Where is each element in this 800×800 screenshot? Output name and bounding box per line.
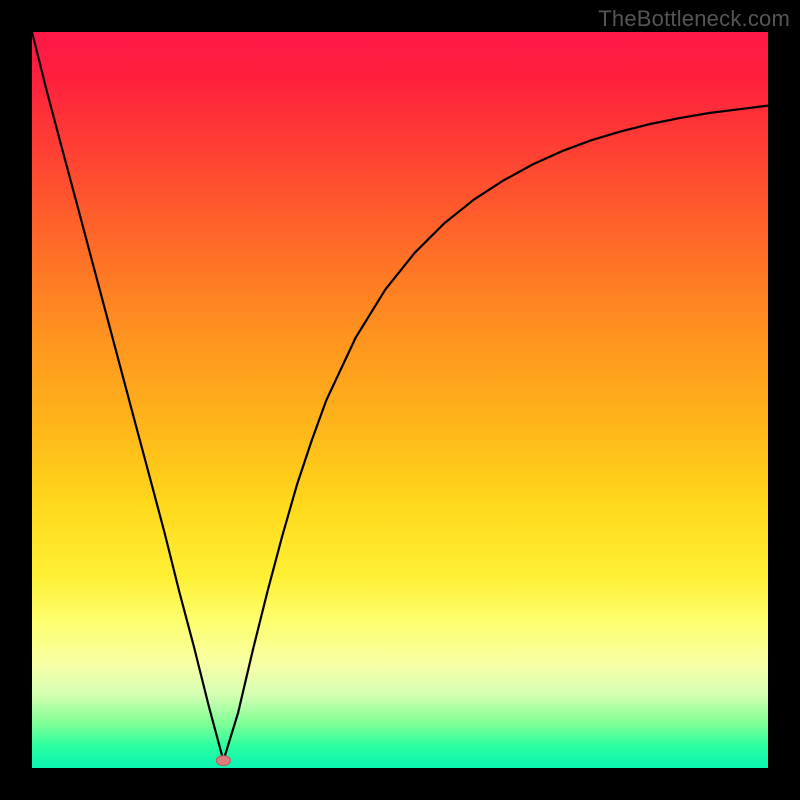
watermark-text: TheBottleneck.com xyxy=(598,6,790,32)
chart-svg xyxy=(32,32,768,768)
bottleneck-curve xyxy=(32,32,768,761)
chart-frame: TheBottleneck.com xyxy=(0,0,800,800)
minimum-marker xyxy=(216,756,230,766)
plot-area xyxy=(32,32,768,768)
